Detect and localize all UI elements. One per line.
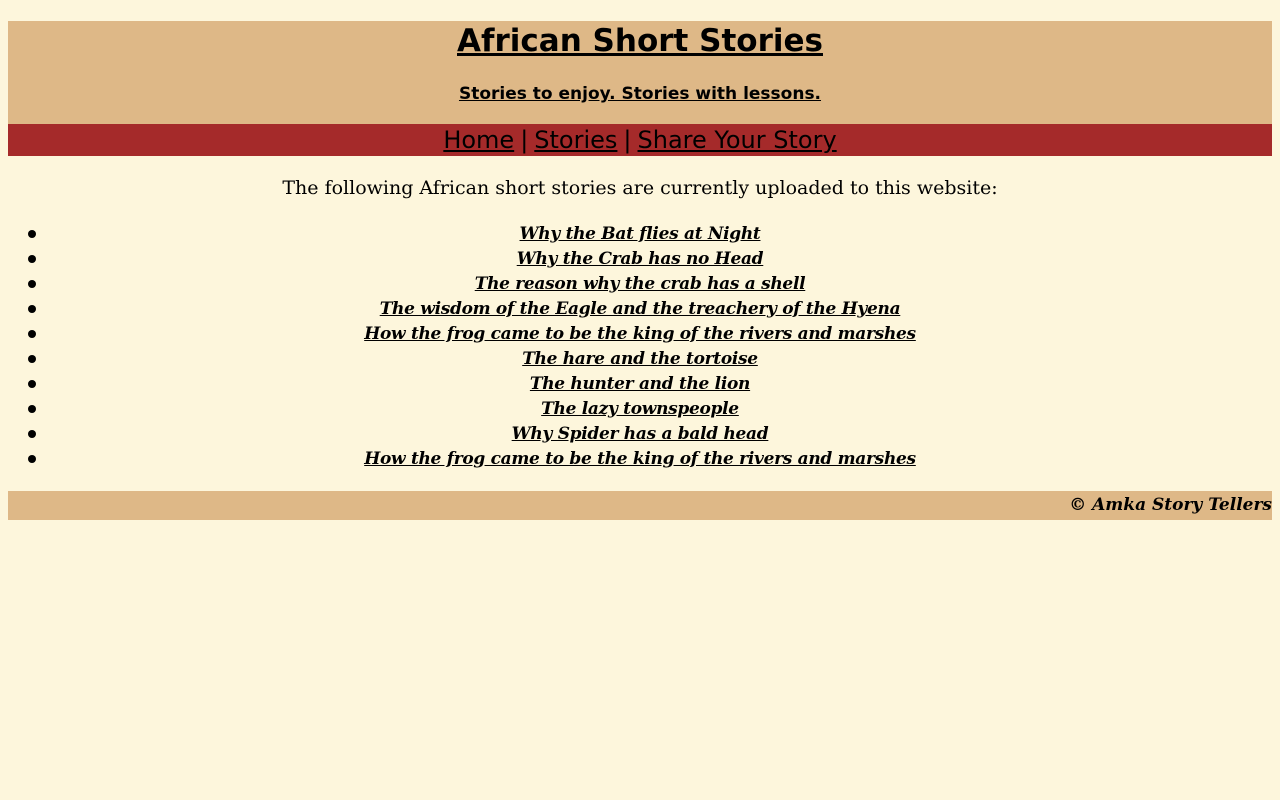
- site-tagline: Stories to enjoy. Stories with lessons.: [458, 84, 822, 104]
- list-item: The lazy townspeople: [8, 396, 1272, 421]
- nav-link-share-your-story[interactable]: Share Your Story: [638, 126, 837, 154]
- list-item: How the frog came to be the king of the …: [8, 446, 1272, 471]
- copyright-text: © Amka Story Tellers: [1069, 495, 1272, 515]
- story-link[interactable]: The reason why the crab has a shell: [475, 274, 806, 294]
- bullet-icon: [28, 305, 36, 313]
- bullet-icon: [28, 405, 36, 413]
- bullet-icon: [28, 330, 36, 338]
- bullet-icon: [28, 230, 36, 238]
- bullet-icon: [28, 255, 36, 263]
- list-item: The hunter and the lion: [8, 371, 1272, 396]
- bullet-icon: [28, 455, 36, 463]
- story-link[interactable]: How the frog came to be the king of the …: [364, 449, 916, 469]
- story-link[interactable]: How the frog came to be the king of the …: [364, 324, 916, 344]
- nav-separator: |: [623, 126, 632, 154]
- bullet-icon: [28, 380, 36, 388]
- story-link[interactable]: The hare and the tortoise: [522, 349, 758, 369]
- story-link[interactable]: The wisdom of the Eagle and the treacher…: [380, 299, 901, 319]
- list-item: The wisdom of the Eagle and the treacher…: [8, 296, 1272, 321]
- story-link[interactable]: The hunter and the lion: [530, 374, 751, 394]
- nav-link-home[interactable]: Home: [443, 126, 514, 154]
- story-link[interactable]: The lazy townspeople: [541, 399, 739, 419]
- bullet-icon: [28, 280, 36, 288]
- list-item: The reason why the crab has a shell: [8, 271, 1272, 296]
- story-link[interactable]: Why Spider has a bald head: [512, 424, 769, 444]
- list-item: Why the Crab has no Head: [8, 246, 1272, 271]
- list-item: Why the Bat flies at Night: [8, 221, 1272, 246]
- nav-link-stories[interactable]: Stories: [534, 126, 617, 154]
- site-title: African Short Stories: [457, 23, 823, 59]
- bullet-icon: [28, 430, 36, 438]
- story-link[interactable]: Why the Bat flies at Night: [520, 224, 761, 244]
- bullet-icon: [28, 355, 36, 363]
- nav-bar: Home | Stories | Share Your Story: [8, 124, 1272, 156]
- list-item: How the frog came to be the king of the …: [8, 321, 1272, 346]
- intro-text: The following African short stories are …: [282, 177, 998, 199]
- list-item: The hare and the tortoise: [8, 346, 1272, 371]
- story-link[interactable]: Why the Crab has no Head: [517, 249, 764, 269]
- page: African Short Stories Stories to enjoy. …: [0, 0, 1280, 800]
- nav-separator: |: [520, 126, 529, 154]
- site-header: African Short Stories Stories to enjoy. …: [8, 21, 1272, 124]
- story-list: Why the Bat flies at Night Why the Crab …: [8, 221, 1272, 471]
- list-item: Why Spider has a bald head: [8, 421, 1272, 446]
- site-footer: © Amka Story Tellers: [8, 491, 1272, 520]
